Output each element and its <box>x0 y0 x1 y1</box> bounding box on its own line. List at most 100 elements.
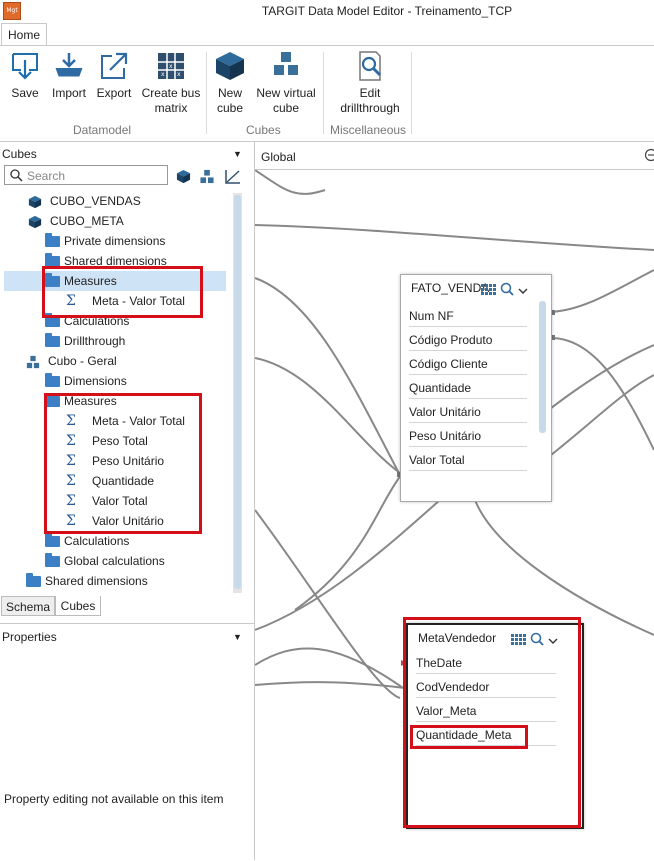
tab-home[interactable]: Home <box>1 23 47 46</box>
highlight-box <box>42 266 203 318</box>
tree-item-cubo-geral[interactable]: Cubo - Geral <box>26 351 117 371</box>
create-bus-line1: Create bus <box>142 86 201 100</box>
field-item[interactable]: Peso Unitário <box>409 425 527 447</box>
tree-item-private-dimensions[interactable]: Private dimensions <box>45 231 165 251</box>
group-cubes-label: Cubes <box>246 123 281 137</box>
tree-label: CUBO_VENDAS <box>50 194 141 208</box>
table-title: FATO_VENDA <box>401 275 551 301</box>
field-item[interactable]: Quantidade <box>409 377 527 399</box>
new-cube-button[interactable]: New cube <box>211 50 249 116</box>
field-item[interactable]: Num NF <box>409 305 527 327</box>
new-cube-line1: New <box>218 86 242 100</box>
table-fato-vendas[interactable]: FATO_VENDA Num NF Código Produto Código … <box>400 274 552 502</box>
cube-icon <box>28 215 42 229</box>
folder-icon <box>45 336 60 347</box>
tree-label: CUBO_META <box>50 214 124 228</box>
group-datamodel-label: Datamodel <box>73 123 131 137</box>
save-label: Save <box>11 86 38 100</box>
properties-message: Property editing not available on this i… <box>4 792 223 806</box>
search-placeholder: Search <box>27 169 65 183</box>
tab-cubes[interactable]: Cubes <box>55 596 101 616</box>
folder-icon <box>26 576 41 587</box>
chevron-down-icon[interactable] <box>518 286 528 296</box>
diagram-canvas[interactable]: Global FATO_VENDA <box>255 141 654 860</box>
tree-item-dimensions[interactable]: Dimensions <box>45 371 127 391</box>
search-icon <box>10 169 23 182</box>
bus-matrix-icon: xxx <box>155 50 187 82</box>
new-virtual-cube-button[interactable]: New virtual cube <box>253 50 319 116</box>
export-button[interactable]: Export <box>94 50 134 101</box>
folder-icon <box>45 236 60 247</box>
folder-icon <box>45 556 60 567</box>
import-button[interactable]: Import <box>48 50 90 101</box>
folder-icon <box>45 376 60 387</box>
search-icon[interactable] <box>500 282 514 296</box>
svg-text:x: x <box>161 71 165 78</box>
new-virtual-line1: New virtual <box>256 86 315 100</box>
import-icon <box>53 50 85 82</box>
virtual-cube-icon <box>26 355 40 369</box>
edit-line1: Edit <box>360 86 381 100</box>
save-icon <box>9 50 41 82</box>
tree-label: Shared dimensions <box>45 574 148 588</box>
grid-icon[interactable] <box>481 284 497 296</box>
create-bus-line2: matrix <box>155 101 188 115</box>
scrollbar-thumb[interactable] <box>234 195 241 589</box>
table-scrollbar[interactable] <box>539 301 546 433</box>
field-item[interactable]: Código Cliente <box>409 353 527 375</box>
create-bus-matrix-button[interactable]: xxx Create bus matrix <box>139 50 203 116</box>
tree-scrollbar[interactable] <box>233 193 242 593</box>
tree-item-global-calculations[interactable]: Global calculations <box>45 551 165 571</box>
tree-label: Calculations <box>64 534 129 548</box>
tree-item-calculations[interactable]: Calculations <box>45 531 129 551</box>
tree-item-cubo-meta[interactable]: CUBO_META <box>28 211 124 231</box>
edit-line2: drillthrough <box>340 101 399 115</box>
virtual-cube-icon <box>270 50 302 82</box>
svg-text:x: x <box>177 71 181 78</box>
cube-icon[interactable] <box>176 169 191 184</box>
save-button[interactable]: Save <box>6 50 44 101</box>
search-input[interactable]: Search <box>4 165 168 185</box>
ribbon: Save Import Export xxx Create bus matrix… <box>0 45 654 142</box>
highlight-box <box>403 617 581 828</box>
canvas-surface[interactable]: FATO_VENDA Num NF Código Produto Código … <box>255 169 654 861</box>
axis-icon[interactable] <box>224 168 241 185</box>
tree-label: Dimensions <box>64 374 127 388</box>
cube-icon <box>28 195 42 209</box>
field-item[interactable]: Código Produto <box>409 329 527 351</box>
panel-divider <box>0 623 254 624</box>
chevron-down-icon[interactable]: ▼ <box>233 149 242 159</box>
chevron-down-icon[interactable]: ▼ <box>233 632 242 642</box>
cubes-panel-header: Cubes <box>2 147 37 161</box>
title-bar: Mgt TARGIT Data Model Editor - Treinamen… <box>0 0 654 22</box>
tab-schema[interactable]: Schema <box>1 596 55 616</box>
highlight-box <box>410 725 528 749</box>
field-item[interactable]: Valor Total <box>409 449 527 471</box>
tree-label: Drillthrough <box>64 334 125 348</box>
ribbon-separator <box>323 52 324 134</box>
group-misc-label: Miscellaneous <box>330 123 406 137</box>
tree-label: Global calculations <box>64 554 165 568</box>
edit-drillthrough-button[interactable]: Edit drillthrough <box>333 50 407 116</box>
properties-header: Properties <box>2 630 57 644</box>
ribbon-separator <box>411 52 412 134</box>
ribbon-separator <box>206 52 207 134</box>
zoom-out-icon[interactable] <box>644 148 654 162</box>
field-item[interactable]: Valor Unitário <box>409 401 527 423</box>
svg-text:x: x <box>169 63 173 70</box>
folder-icon <box>45 536 60 547</box>
import-label: Import <box>52 86 86 100</box>
tree-label: Private dimensions <box>64 234 165 248</box>
export-label: Export <box>97 86 132 100</box>
tree-item-cubo-vendas[interactable]: CUBO_VENDAS <box>28 191 141 211</box>
tree-label: Cubo - Geral <box>48 354 117 368</box>
new-virtual-line2: cube <box>273 101 299 115</box>
virtual-cube-icon[interactable] <box>199 169 215 184</box>
tree-item-shared-dimensions-root[interactable]: Shared dimensions <box>26 571 148 591</box>
tree-item-drillthrough[interactable]: Drillthrough <box>45 331 125 351</box>
window-title: TARGIT Data Model Editor - Treinamento_T… <box>0 4 654 18</box>
left-panel: Cubes ▼ Search CUBO_VENDAS CUBO_META Pri… <box>0 141 255 860</box>
cube-icon <box>214 50 246 82</box>
drillthrough-icon <box>354 50 386 82</box>
new-cube-line2: cube <box>217 101 243 115</box>
